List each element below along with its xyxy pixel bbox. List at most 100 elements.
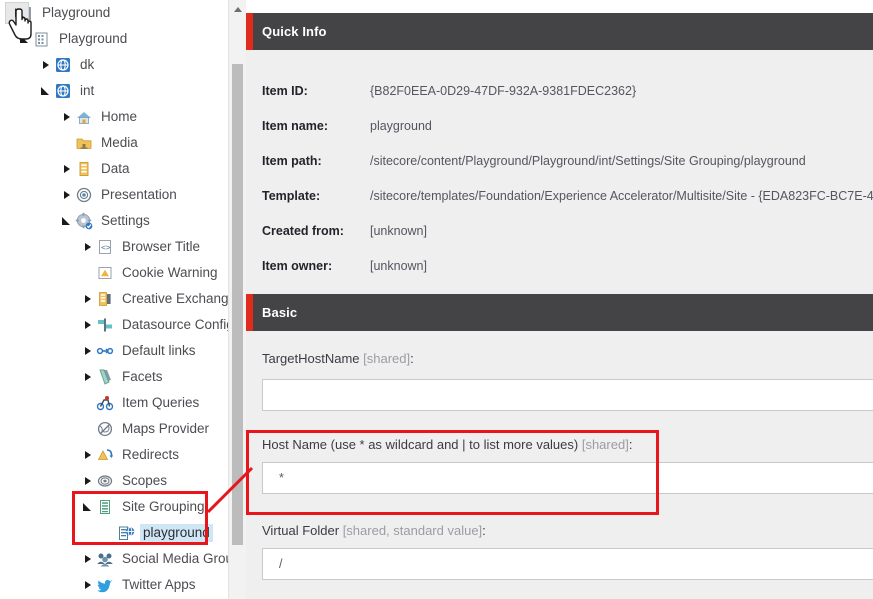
tree-expand-arrow-icon[interactable] [80, 343, 96, 359]
settings-gear-icon [75, 212, 93, 230]
field-label-colon: : [628, 437, 633, 452]
tree-item-playground[interactable]: playground [0, 520, 228, 546]
tree-item-label: Presentation [101, 187, 177, 202]
tree-expand-arrow-icon[interactable] [59, 109, 75, 125]
tree-toggle-spacer [80, 395, 96, 411]
social-media-groups-icon [96, 550, 114, 568]
tree-item-presentation[interactable]: Presentation [0, 182, 228, 208]
section-accent-bar [246, 294, 253, 331]
tree-item-label: Settings [101, 213, 150, 228]
tree-item-facets[interactable]: Facets [0, 364, 228, 390]
field-shared-tag: [shared, standard value] [342, 523, 483, 538]
tree-item-label: int [80, 83, 95, 98]
presentation-eye-icon [75, 186, 93, 204]
scroll-up-arrow-icon[interactable] [229, 0, 246, 17]
tree-item-dk[interactable]: dk [0, 52, 228, 78]
field-input-virtualfolder[interactable] [262, 548, 873, 580]
tree-expand-arrow-icon[interactable] [80, 473, 96, 489]
tree-item-label: playground [140, 524, 213, 542]
field-label-virtualfolder: Virtual Folder [shared, standard value]: [262, 523, 486, 538]
tree-item-label: Maps Provider [122, 421, 210, 436]
quick-info-label: Template: [262, 189, 321, 203]
tree-item-browser-title[interactable]: <> Browser Title [0, 234, 228, 260]
quick-info-label: Item owner: [262, 259, 333, 273]
tree-item-maps-provider[interactable]: Maps Provider [0, 416, 228, 442]
field-input-hostname[interactable] [262, 462, 873, 494]
tree-collapse-arrow-icon[interactable] [17, 31, 33, 47]
quick-info-value: [unknown] [370, 259, 427, 273]
tree-expand-arrow-icon[interactable] [80, 551, 96, 567]
tree-expand-arrow-icon[interactable] [80, 239, 96, 255]
tree-collapse-arrow-icon[interactable] [80, 499, 96, 515]
quick-info-value: playground [370, 119, 432, 133]
tree-item-label: Playground [42, 5, 111, 20]
tree-item-label: Browser Title [122, 239, 201, 254]
tree-item-label: Scopes [122, 473, 168, 488]
site-building-icon [33, 30, 51, 48]
basic-section-header: Basic [246, 294, 873, 331]
tree-scrollbar[interactable] [228, 0, 247, 599]
tree-expand-arrow-icon[interactable] [38, 57, 54, 73]
tree-item-label: Playground [59, 31, 128, 46]
tree-item-label: Home [101, 109, 138, 124]
creative-exchange-icon [96, 290, 114, 308]
tree-item-label: Facets [122, 369, 163, 384]
tree-item-data[interactable]: Data [0, 156, 228, 182]
datasource-config-icon [96, 316, 114, 334]
field-label-colon: : [482, 523, 486, 538]
field-label-colon: : [410, 351, 414, 366]
tree-item-item-queries[interactable]: Item Queries [0, 390, 228, 416]
tree-item-creative-exchange-s[interactable]: Creative Exchange S [0, 286, 228, 312]
tree-expand-arrow-icon[interactable] [80, 369, 96, 385]
tree-item-twitter-apps[interactable]: Twitter Apps [0, 572, 228, 598]
field-label-text: TargetHostName [262, 351, 364, 366]
tree-collapse-arrow-icon[interactable] [38, 83, 54, 99]
tree-expand-arrow-icon[interactable] [80, 317, 96, 333]
field-input-targethostname[interactable] [262, 379, 873, 411]
basic-title: Basic [262, 305, 298, 320]
tree-item-home[interactable]: Home [0, 104, 228, 130]
tree-item-redirects[interactable]: Redirects [0, 442, 228, 468]
tree-expand-arrow-icon[interactable] [59, 161, 75, 177]
tree-item-social-media-groups[interactable]: Social Media Groups [0, 546, 228, 572]
svg-text:<>: <> [101, 243, 111, 252]
item-editor-panel: Quick Info Item ID: {B82F0EEA-0D29-47DF-9… [246, 0, 873, 599]
maps-provider-icon [96, 420, 114, 438]
cookie-warning-icon [96, 264, 114, 282]
tree-item-settings[interactable]: Settings [0, 208, 228, 234]
scopes-icon [96, 472, 114, 490]
tree-expand-arrow-icon[interactable] [80, 291, 96, 307]
field-shared-tag: [shared] [363, 351, 411, 366]
quick-info-value: [unknown] [370, 224, 427, 238]
tree-item-datasource-configu[interactable]: Datasource Configu [0, 312, 228, 338]
section-accent-bar [246, 13, 253, 50]
tree-item-label: Site Grouping [122, 499, 205, 514]
collapse-all-button[interactable] [5, 2, 29, 24]
site-node-icon [117, 524, 135, 542]
tree-item-playground[interactable]: Playground [0, 26, 228, 52]
quick-info-section-header: Quick Info [246, 13, 873, 50]
tree-item-cookie-warning[interactable]: Cookie Warning [0, 260, 228, 286]
content-tree-panel[interactable]: Playground Playground dk int Home Media Data Pr… [0, 0, 228, 599]
globe-language-icon [54, 56, 72, 74]
tree-item-playground[interactable]: Playground [0, 0, 228, 26]
tree-item-default-links[interactable]: Default links [0, 338, 228, 364]
tree-expand-arrow-icon[interactable] [80, 577, 96, 593]
tree-expand-arrow-icon[interactable] [80, 447, 96, 463]
tree-item-scopes[interactable]: Scopes [0, 468, 228, 494]
tree-item-label: Media [101, 135, 138, 150]
tree-item-label: Cookie Warning [122, 265, 218, 280]
tree-item-int[interactable]: int [0, 78, 228, 104]
quick-info-value: {B82F0EEA-0D29-47DF-932A-9381FDEC2362} [370, 84, 637, 98]
tree-item-site-grouping[interactable]: Site Grouping [0, 494, 228, 520]
tree-item-media[interactable]: Media [0, 130, 228, 156]
quick-info-label: Created from: [262, 224, 344, 238]
tree-expand-arrow-icon[interactable] [59, 187, 75, 203]
tree-item-label: Data [101, 161, 130, 176]
quick-info-value: /sitecore/templates/Foundation/Experienc… [370, 189, 873, 203]
quick-info-label: Item ID: [262, 84, 308, 98]
redirects-icon [96, 446, 114, 464]
scroll-thumb[interactable] [232, 64, 243, 545]
tree-toggle-spacer [80, 421, 96, 437]
tree-collapse-arrow-icon[interactable] [59, 213, 75, 229]
